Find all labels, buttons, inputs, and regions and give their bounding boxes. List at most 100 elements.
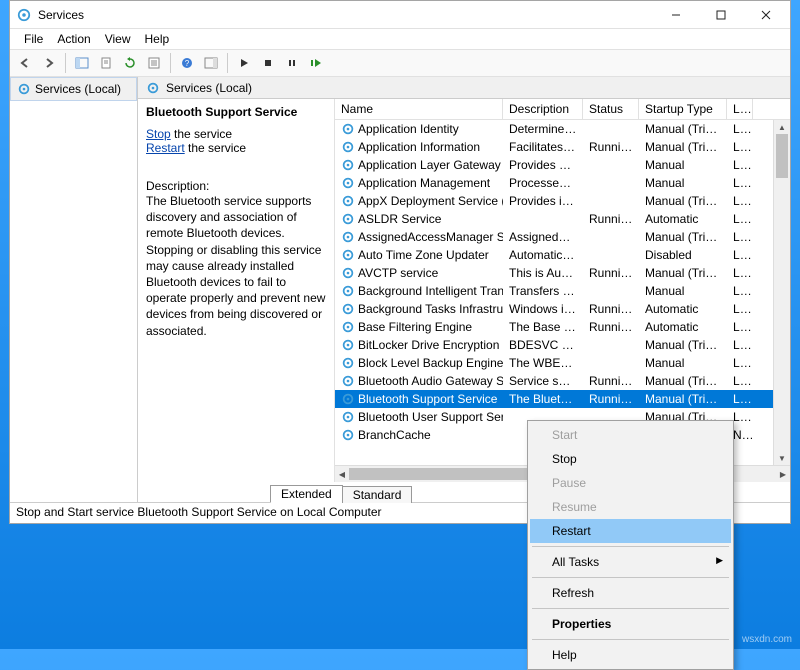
context-menu-separator [532,608,729,609]
info-panel: Bluetooth Support Service Stop the servi… [138,99,334,482]
service-logon-cell: Loc [727,248,753,262]
refresh-button[interactable] [119,52,141,74]
properties-button[interactable] [143,52,165,74]
service-row[interactable]: Background Tasks Infrastruc...Windows in… [335,300,790,318]
context-menu-separator [532,577,729,578]
context-menu-item-help[interactable]: Help [530,643,731,667]
gear-icon [341,194,355,208]
scroll-left-arrow[interactable]: ◀ [335,466,349,482]
stop-service-button[interactable] [257,52,279,74]
col-name[interactable]: Name [335,99,503,119]
close-button[interactable] [743,1,788,29]
service-row[interactable]: Background Intelligent Tran...Transfers … [335,282,790,300]
service-desc-cell: The Blueton... [503,392,583,406]
gear-icon [341,374,355,388]
service-row[interactable]: BitLocker Drive Encryption S...BDESVC ho… [335,336,790,354]
service-startup-cell: Automatic [639,302,727,316]
context-menu-item-refresh[interactable]: Refresh [530,581,731,605]
service-desc-cell: Provides sup... [503,158,583,172]
service-startup-cell: Manual (Trigg... [639,338,727,352]
context-menu-item-restart[interactable]: Restart [530,519,731,543]
service-startup-cell: Manual (Trigg... [639,374,727,388]
help-button[interactable]: ? [176,52,198,74]
menu-view[interactable]: View [99,30,137,48]
col-status[interactable]: Status [583,99,639,119]
service-row[interactable]: AssignedAccessManager Ser...AssignedAcc.… [335,228,790,246]
back-button[interactable] [14,52,36,74]
service-row[interactable]: Application IdentityDetermines ...Manual… [335,120,790,138]
service-logon-cell: Loc [727,392,753,406]
service-status-cell: Running [583,374,639,388]
gear-icon [341,410,355,424]
service-desc-cell: The WBENGI... [503,356,583,370]
gear-icon [341,284,355,298]
gear-icon [341,230,355,244]
service-name-cell: Application Layer Gateway S... [358,158,503,172]
titlebar[interactable]: Services [10,1,790,29]
service-startup-cell: Manual [639,158,727,172]
service-row[interactable]: Application InformationFacilitates th...… [335,138,790,156]
service-startup-cell: Manual (Trigg... [639,140,727,154]
forward-button[interactable] [38,52,60,74]
export-list-button[interactable] [95,52,117,74]
menu-help[interactable]: Help [139,30,176,48]
service-row[interactable]: AVCTP serviceThis is Audio...RunningManu… [335,264,790,282]
context-menu-item-stop[interactable]: Stop [530,447,731,471]
service-row[interactable]: Bluetooth Support ServiceThe Blueton...R… [335,390,790,408]
gear-icon [341,176,355,190]
service-row[interactable]: Auto Time Zone UpdaterAutomaticall...Dis… [335,246,790,264]
list-header[interactable]: Name Description Status Startup Type Log [335,99,790,120]
service-logon-cell: Loc [727,158,753,172]
tree-item-services-local[interactable]: Services (Local) [10,77,137,101]
show-hide-action-pane-button[interactable] [200,52,222,74]
gear-icon [341,302,355,316]
minimize-button[interactable] [653,1,698,29]
stop-service-link[interactable]: Stop [146,127,171,141]
menu-action[interactable]: Action [51,30,96,48]
gear-icon [341,122,355,136]
context-menu-item-all-tasks[interactable]: All Tasks▶ [530,550,731,574]
start-service-button[interactable] [233,52,255,74]
svg-text:?: ? [185,59,190,68]
service-row[interactable]: ASLDR ServiceRunningAutomaticLoc [335,210,790,228]
console-tree[interactable]: Services (Local) [10,77,138,502]
service-row[interactable]: Base Filtering EngineThe Base Filt...Run… [335,318,790,336]
scroll-up-arrow[interactable]: ▲ [774,120,790,134]
restart-service-button[interactable] [305,52,327,74]
restart-service-link[interactable]: Restart [146,141,185,155]
watermark: wsxdn.com [742,634,792,645]
service-desc-cell: Automaticall... [503,248,583,262]
service-row[interactable]: AppX Deployment Service (A...Provides in… [335,192,790,210]
service-status-cell: Running [583,392,639,406]
scroll-thumb-v[interactable] [776,134,788,178]
detail-header-icon [146,81,160,95]
gear-icon [341,248,355,262]
vertical-scrollbar[interactable]: ▲ ▼ [773,120,790,465]
scroll-right-arrow[interactable]: ▶ [776,466,790,482]
menu-file[interactable]: File [18,30,49,48]
service-logon-cell: Loc [727,320,753,334]
tab-standard[interactable]: Standard [342,486,413,503]
service-logon-cell: Loc [727,176,753,190]
service-row[interactable]: Application ManagementProcesses in...Man… [335,174,790,192]
scroll-down-arrow[interactable]: ▼ [774,451,790,465]
service-startup-cell: Manual (Trigg... [639,122,727,136]
service-startup-cell: Manual (Trigg... [639,230,727,244]
description-label: Description: [146,179,326,193]
tab-extended[interactable]: Extended [270,485,343,503]
col-startup[interactable]: Startup Type [639,99,727,119]
service-row[interactable]: Application Layer Gateway S...Provides s… [335,156,790,174]
context-menu[interactable]: StartStopPauseResumeRestartAll Tasks▶Ref… [527,420,734,670]
show-hide-console-tree-button[interactable] [71,52,93,74]
col-description[interactable]: Description [503,99,583,119]
pause-service-button[interactable] [281,52,303,74]
service-row[interactable]: Block Level Backup Engine S...The WBENGI… [335,354,790,372]
service-name-cell: Application Management [358,176,490,190]
maximize-button[interactable] [698,1,743,29]
service-row[interactable]: Bluetooth Audio Gateway Ser...Service su… [335,372,790,390]
service-desc-cell: Transfers file... [503,284,583,298]
restart-suffix: the service [185,141,246,155]
col-logon[interactable]: Log [727,99,753,119]
context-menu-item-properties[interactable]: Properties [530,612,731,636]
submenu-arrow-icon: ▶ [716,555,723,566]
